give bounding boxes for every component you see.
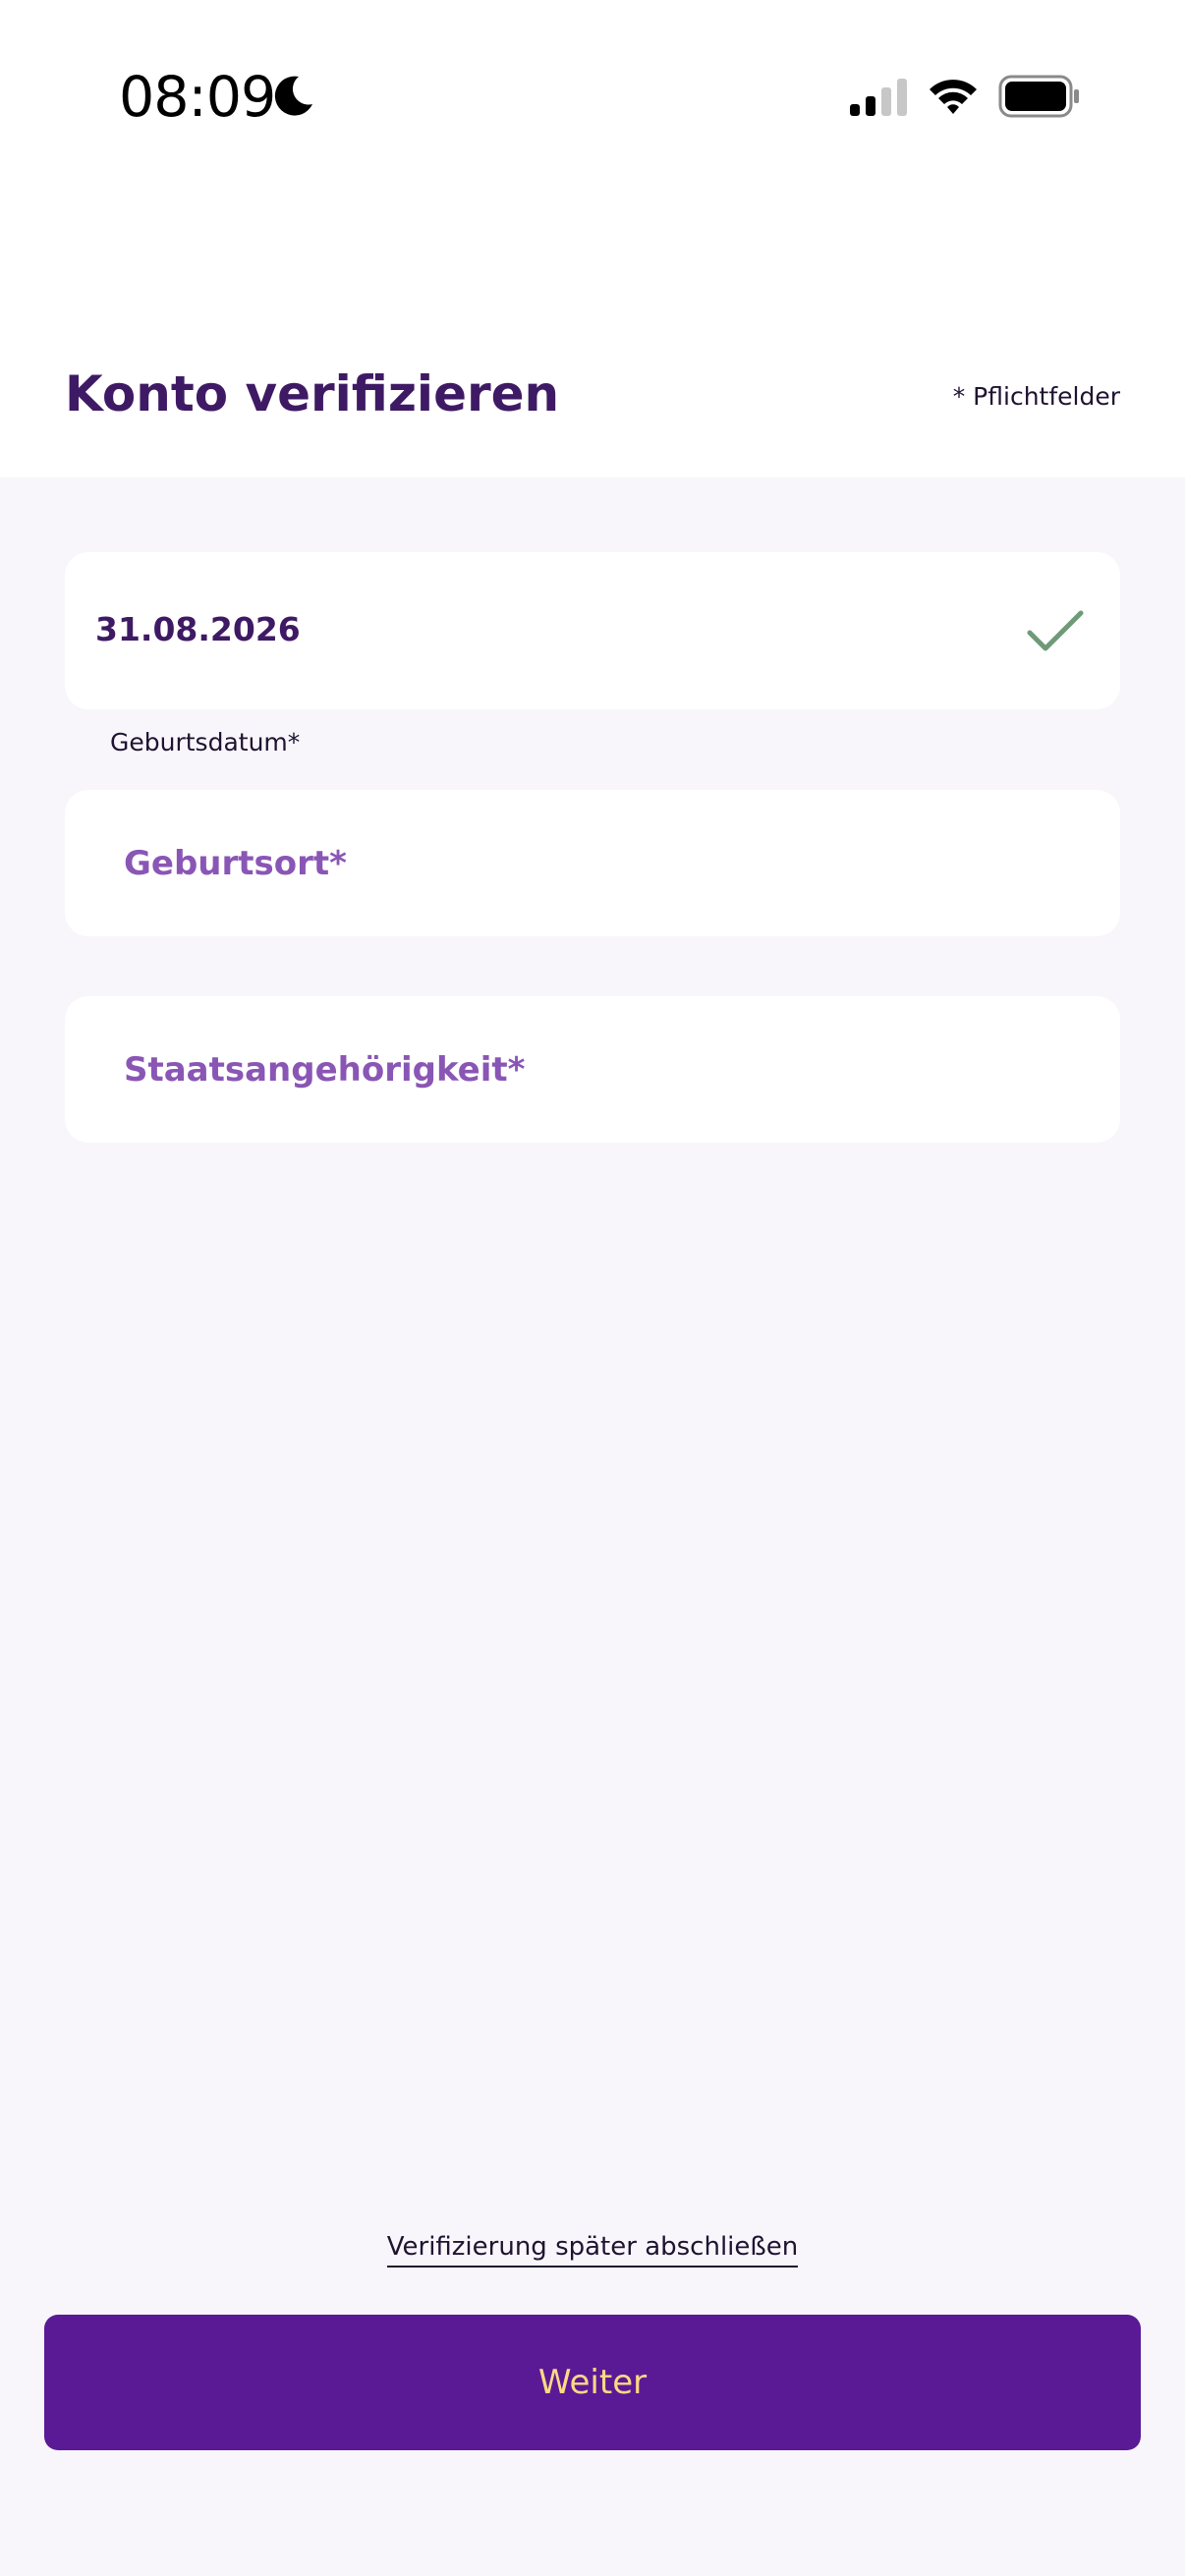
- cellular-signal-icon: [850, 79, 907, 116]
- continue-button[interactable]: Weiter: [44, 2315, 1141, 2450]
- required-fields-note: * Pflichtfelder: [952, 382, 1120, 411]
- battery-icon: [998, 75, 1079, 118]
- birth-place-field[interactable]: Geburtsort*: [65, 790, 1120, 936]
- nationality-field[interactable]: Staatsangehörigkeit*: [65, 996, 1120, 1143]
- verify-later-link-row: Verifizierung später abschließen: [0, 2232, 1185, 2268]
- status-time: 08:09: [119, 65, 276, 130]
- nationality-placeholder: Staatsangehörigkeit*: [124, 1050, 526, 1090]
- continue-button-label: Weiter: [537, 2363, 648, 2402]
- check-icon: [1027, 610, 1084, 651]
- moon-icon: [274, 76, 312, 116]
- wifi-icon: [930, 80, 977, 114]
- birth-date-label: Geburtsdatum*: [110, 728, 301, 756]
- header-area: 08:09 Konto verifizieren * Pflichtfelder: [0, 0, 1185, 477]
- page-title: Konto verifizieren: [65, 365, 560, 422]
- birth-date-value: 31.08.2026: [95, 610, 301, 648]
- birth-place-placeholder: Geburtsort*: [124, 844, 347, 883]
- birth-date-field[interactable]: 31.08.2026: [65, 552, 1120, 709]
- verify-later-link[interactable]: Verifizierung später abschließen: [386, 2232, 799, 2268]
